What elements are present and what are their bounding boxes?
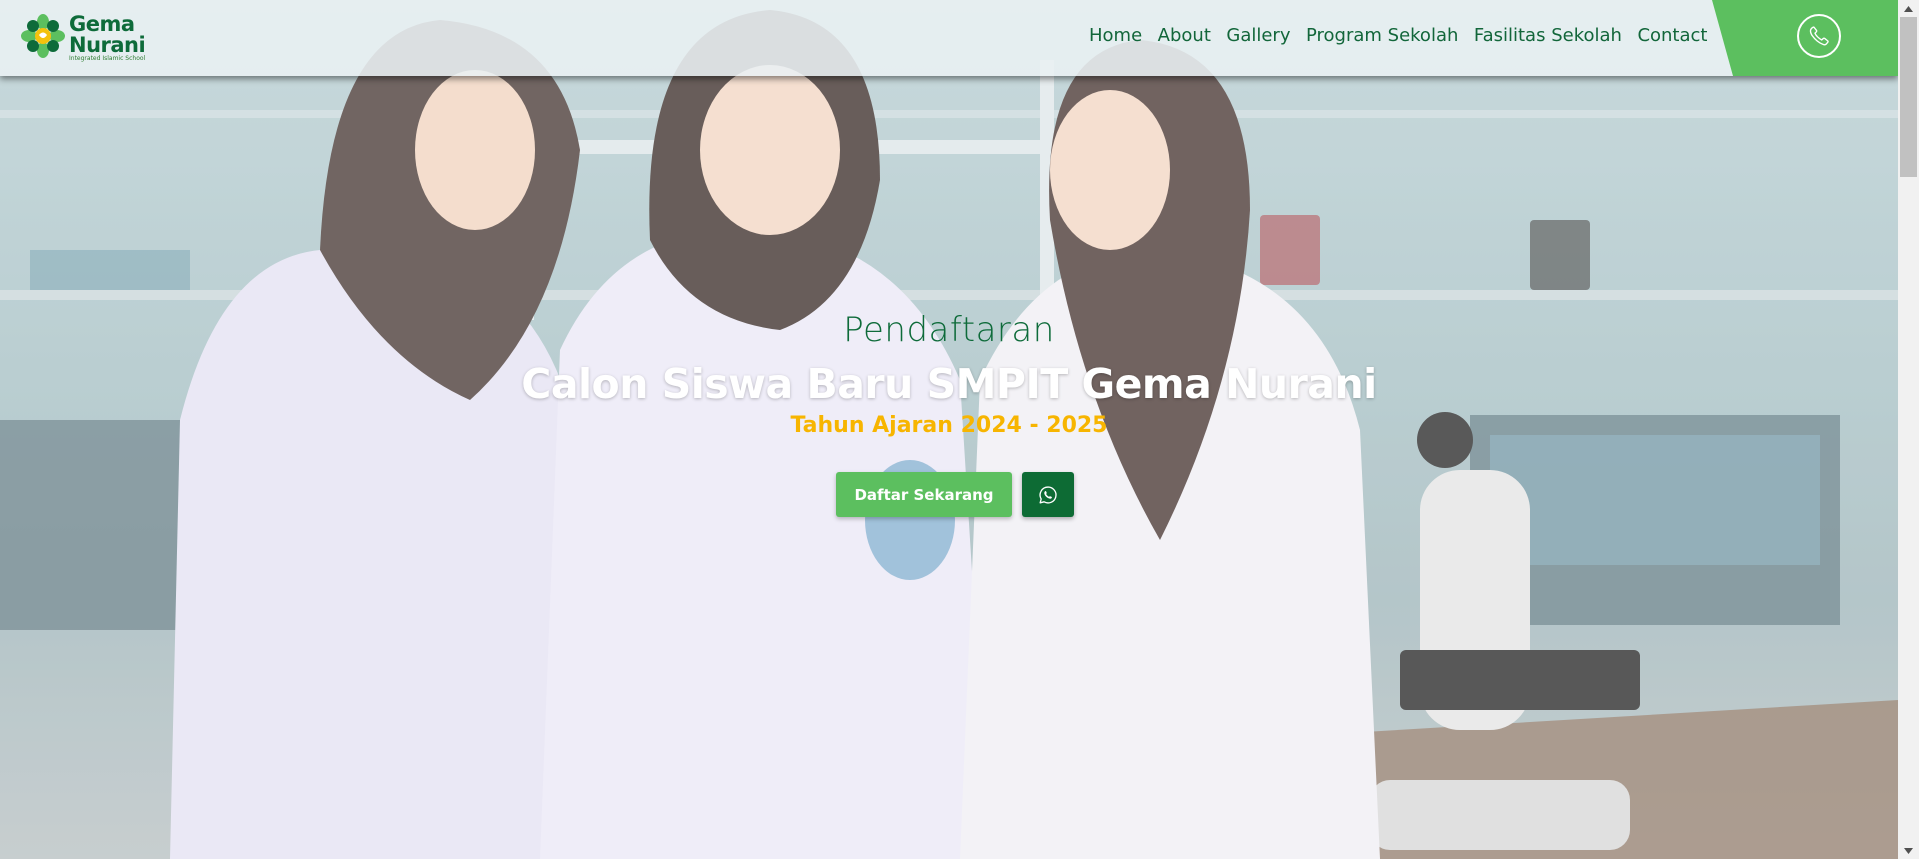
nav-program-sekolah[interactable]: Program Sekolah	[1306, 25, 1458, 46]
hero-actions: Daftar Sekarang	[0, 472, 1898, 517]
nav-home[interactable]: Home	[1089, 25, 1142, 46]
whatsapp-icon	[1038, 485, 1057, 504]
logo-flower-icon	[21, 14, 65, 58]
hero-title: Calon Siswa Baru SMPIT Gema Nurani	[521, 360, 1377, 408]
hero-subtitle: Tahun Ajaran 2024 - 2025	[790, 413, 1108, 438]
brand-name: Gema Nurani	[69, 12, 146, 57]
phone-panel	[1712, 0, 1898, 76]
nav-contact[interactable]: Contact	[1637, 25, 1707, 46]
page-scrollbar[interactable]	[1898, 0, 1919, 859]
whatsapp-button[interactable]	[1021, 472, 1074, 517]
nav-fasilitas-sekolah[interactable]: Fasilitas Sekolah	[1474, 25, 1622, 46]
logo[interactable]: Gema Nurani Integrated Islamic School	[21, 12, 151, 66]
scroll-down-arrow-icon[interactable]	[1898, 842, 1919, 859]
nav-about[interactable]: About	[1158, 25, 1211, 46]
brand-name-line1: Gema	[69, 12, 135, 36]
daftar-sekarang-button[interactable]: Daftar Sekarang	[836, 472, 1012, 517]
brand-tagline: Integrated Islamic School	[69, 55, 146, 62]
site-header: Gema Nurani Integrated Islamic School Ho…	[0, 0, 1898, 76]
scroll-up-arrow-icon[interactable]	[1898, 0, 1919, 17]
phone-button[interactable]	[1797, 14, 1841, 58]
nav-gallery[interactable]: Gallery	[1226, 25, 1290, 46]
hero-content: Pendaftaran Calon Siswa Baru SMPIT Gema …	[0, 310, 1898, 517]
phone-icon	[1809, 26, 1829, 46]
scroll-thumb[interactable]	[1900, 17, 1917, 177]
hero-pre-title: Pendaftaran	[843, 310, 1055, 350]
brand-name-line2: Nurani	[69, 33, 146, 57]
main-nav: Home About Gallery Program Sekolah Fasil…	[1089, 25, 1723, 46]
